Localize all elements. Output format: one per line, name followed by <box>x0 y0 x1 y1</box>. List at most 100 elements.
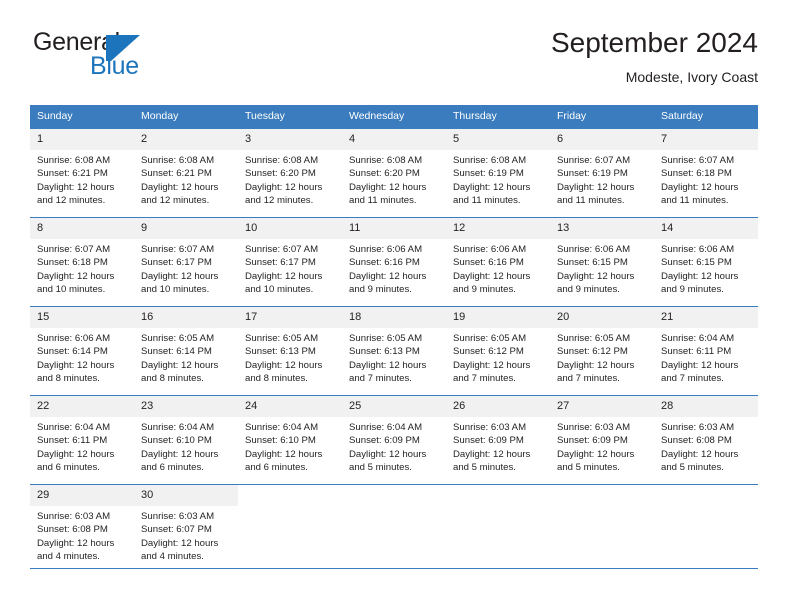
calendar-day-cell[interactable]: 18 Sunrise: 6:05 AM Sunset: 6:13 PM Dayligh… <box>342 306 446 396</box>
calendar-day-cell[interactable]: 20 Sunrise: 6:05 AM Sunset: 6:12 PM Dayligh… <box>550 306 654 396</box>
sunset-text: Sunset: 6:17 PM <box>141 257 212 269</box>
weekday-header-sunday: Sunday <box>30 105 134 129</box>
calendar-day-cell[interactable]: 4 Sunrise: 6:08 AM Sunset: 6:20 PM Daylight… <box>342 128 446 218</box>
calendar-day-cell[interactable]: 28 Sunrise: 6:03 AM Sunset: 6:08 PM Dayligh… <box>654 395 758 485</box>
day-number: 30 <box>134 485 238 506</box>
calendar-day-cell[interactable]: 7 Sunrise: 6:07 AM Sunset: 6:18 PM Daylight… <box>654 128 758 218</box>
daylight-text-line2: and 7 minutes. <box>349 373 412 385</box>
weekday-header-thursday: Thursday <box>446 105 550 129</box>
daylight-text-line2: and 7 minutes. <box>557 373 620 385</box>
day-details: Sunrise: 6:03 AM Sunset: 6:08 PM Daylight:… <box>654 417 758 475</box>
daylight-text-line2: and 10 minutes. <box>37 284 106 296</box>
sunrise-text: Sunrise: 6:06 AM <box>661 244 735 255</box>
day-number: 5 <box>446 129 550 150</box>
day-number: 4 <box>342 129 446 150</box>
sunset-text: Sunset: 6:21 PM <box>141 168 212 180</box>
calendar-day-cell[interactable]: 10 Sunrise: 6:07 AM Sunset: 6:17 PM Dayligh… <box>238 217 342 307</box>
day-number: 13 <box>550 218 654 239</box>
daylight-text-line1: Daylight: 12 hours <box>453 359 531 371</box>
day-details: Sunrise: 6:08 AM Sunset: 6:21 PM Daylight:… <box>134 150 238 208</box>
sunset-text: Sunset: 6:18 PM <box>661 168 732 180</box>
day-details: Sunrise: 6:06 AM Sunset: 6:14 PM Daylight:… <box>30 328 134 386</box>
calendar-day-cell[interactable]: 2 Sunrise: 6:08 AM Sunset: 6:21 PM Daylight… <box>134 128 238 218</box>
sunset-text: Sunset: 6:12 PM <box>557 346 628 358</box>
daylight-text-line1: Daylight: 12 hours <box>141 359 219 371</box>
sunrise-text: Sunrise: 6:08 AM <box>141 155 215 166</box>
daylight-text-line2: and 5 minutes. <box>349 462 412 474</box>
calendar-week-row: 1 Sunrise: 6:08 AM Sunset: 6:21 PM Daylight… <box>30 128 758 218</box>
day-details: Sunrise: 6:08 AM Sunset: 6:19 PM Daylight:… <box>446 150 550 208</box>
calendar-day-cell[interactable]: 15 Sunrise: 6:06 AM Sunset: 6:14 PM Dayligh… <box>30 306 134 396</box>
daylight-text-line2: and 5 minutes. <box>453 462 516 474</box>
sunrise-text: Sunrise: 6:04 AM <box>141 422 215 433</box>
calendar-day-cell[interactable]: 22 Sunrise: 6:04 AM Sunset: 6:11 PM Dayligh… <box>30 395 134 485</box>
day-number: 19 <box>446 307 550 328</box>
weekday-header-wednesday: Wednesday <box>342 105 446 129</box>
calendar-day-cell[interactable]: 1 Sunrise: 6:08 AM Sunset: 6:21 PM Daylight… <box>30 128 134 218</box>
sunrise-text: Sunrise: 6:06 AM <box>37 333 111 344</box>
calendar-day-cell[interactable]: 24 Sunrise: 6:04 AM Sunset: 6:10 PM Dayligh… <box>238 395 342 485</box>
calendar-day-cell[interactable]: 6 Sunrise: 6:07 AM Sunset: 6:19 PM Daylight… <box>550 128 654 218</box>
calendar-day-cell[interactable]: 23 Sunrise: 6:04 AM Sunset: 6:10 PM Dayligh… <box>134 395 238 485</box>
day-number: 29 <box>30 485 134 506</box>
day-number: 21 <box>654 307 758 328</box>
sunrise-text: Sunrise: 6:07 AM <box>37 244 111 255</box>
day-details: Sunrise: 6:07 AM Sunset: 6:18 PM Daylight:… <box>654 150 758 208</box>
calendar-day-cell[interactable]: 9 Sunrise: 6:07 AM Sunset: 6:17 PM Daylight… <box>134 217 238 307</box>
daylight-text-line1: Daylight: 12 hours <box>557 270 635 282</box>
daylight-text-line2: and 4 minutes. <box>37 551 100 563</box>
calendar-day-cell[interactable]: 29 Sunrise: 6:03 AM Sunset: 6:08 PM Dayligh… <box>30 484 134 569</box>
sunset-text: Sunset: 6:16 PM <box>453 257 524 269</box>
calendar-day-cell[interactable]: 13 Sunrise: 6:06 AM Sunset: 6:15 PM Dayligh… <box>550 217 654 307</box>
day-number: 23 <box>134 396 238 417</box>
sunrise-text: Sunrise: 6:04 AM <box>349 422 423 433</box>
brand-logo[interactable]: General Blue <box>30 26 230 82</box>
calendar-day-cell[interactable]: 27 Sunrise: 6:03 AM Sunset: 6:09 PM Dayligh… <box>550 395 654 485</box>
calendar-day-cell[interactable]: 30 Sunrise: 6:03 AM Sunset: 6:07 PM Dayligh… <box>134 484 238 569</box>
calendar-day-cell-empty <box>342 484 446 569</box>
daylight-text-line2: and 9 minutes. <box>661 284 724 296</box>
calendar-week-row: 15 Sunrise: 6:06 AM Sunset: 6:14 PM Dayligh… <box>30 306 758 396</box>
day-number: 8 <box>30 218 134 239</box>
day-number <box>446 485 550 506</box>
calendar-day-cell[interactable]: 21 Sunrise: 6:04 AM Sunset: 6:11 PM Dayligh… <box>654 306 758 396</box>
daylight-text-line1: Daylight: 12 hours <box>557 448 635 460</box>
daylight-text-line2: and 6 minutes. <box>37 462 100 474</box>
sunset-text: Sunset: 6:07 PM <box>141 524 212 536</box>
calendar-body: 1 Sunrise: 6:08 AM Sunset: 6:21 PM Daylight… <box>30 128 758 569</box>
daylight-text-line1: Daylight: 12 hours <box>661 270 739 282</box>
day-number: 9 <box>134 218 238 239</box>
daylight-text-line2: and 12 minutes. <box>37 195 106 207</box>
daylight-text-line2: and 10 minutes. <box>245 284 314 296</box>
calendar-day-cell[interactable]: 5 Sunrise: 6:08 AM Sunset: 6:19 PM Daylight… <box>446 128 550 218</box>
daylight-text-line2: and 6 minutes. <box>245 462 308 474</box>
sunrise-text: Sunrise: 6:07 AM <box>557 155 631 166</box>
daylight-text-line1: Daylight: 12 hours <box>453 181 531 193</box>
calendar-day-cell[interactable]: 3 Sunrise: 6:08 AM Sunset: 6:20 PM Daylight… <box>238 128 342 218</box>
sunset-text: Sunset: 6:08 PM <box>37 524 108 536</box>
day-details: Sunrise: 6:03 AM Sunset: 6:09 PM Daylight:… <box>550 417 654 475</box>
sunset-text: Sunset: 6:08 PM <box>661 435 732 447</box>
daylight-text-line2: and 12 minutes. <box>141 195 210 207</box>
day-number: 18 <box>342 307 446 328</box>
calendar-day-cell[interactable]: 19 Sunrise: 6:05 AM Sunset: 6:12 PM Dayligh… <box>446 306 550 396</box>
calendar-day-cell[interactable]: 25 Sunrise: 6:04 AM Sunset: 6:09 PM Dayligh… <box>342 395 446 485</box>
calendar-day-cell[interactable]: 16 Sunrise: 6:05 AM Sunset: 6:14 PM Dayligh… <box>134 306 238 396</box>
daylight-text-line2: and 9 minutes. <box>349 284 412 296</box>
sunrise-text: Sunrise: 6:05 AM <box>349 333 423 344</box>
day-number: 17 <box>238 307 342 328</box>
sunset-text: Sunset: 6:10 PM <box>245 435 316 447</box>
calendar-day-cell[interactable]: 8 Sunrise: 6:07 AM Sunset: 6:18 PM Daylight… <box>30 217 134 307</box>
calendar-header-row: Sunday Monday Tuesday Wednesday Thursday… <box>30 105 758 129</box>
calendar-day-cell[interactable]: 26 Sunrise: 6:03 AM Sunset: 6:09 PM Dayligh… <box>446 395 550 485</box>
daylight-text-line1: Daylight: 12 hours <box>661 181 739 193</box>
calendar-day-cell[interactable]: 12 Sunrise: 6:06 AM Sunset: 6:16 PM Dayligh… <box>446 217 550 307</box>
calendar-day-cell[interactable]: 11 Sunrise: 6:06 AM Sunset: 6:16 PM Dayligh… <box>342 217 446 307</box>
calendar-day-cell[interactable]: 17 Sunrise: 6:05 AM Sunset: 6:13 PM Dayligh… <box>238 306 342 396</box>
daylight-text-line2: and 9 minutes. <box>453 284 516 296</box>
weekday-header-friday: Friday <box>550 105 654 129</box>
day-details: Sunrise: 6:03 AM Sunset: 6:08 PM Daylight:… <box>30 506 134 564</box>
day-details: Sunrise: 6:06 AM Sunset: 6:15 PM Daylight:… <box>550 239 654 297</box>
calendar-day-cell[interactable]: 14 Sunrise: 6:06 AM Sunset: 6:15 PM Dayligh… <box>654 217 758 307</box>
title-block: September 2024 Modeste, Ivory Coast <box>551 26 758 86</box>
